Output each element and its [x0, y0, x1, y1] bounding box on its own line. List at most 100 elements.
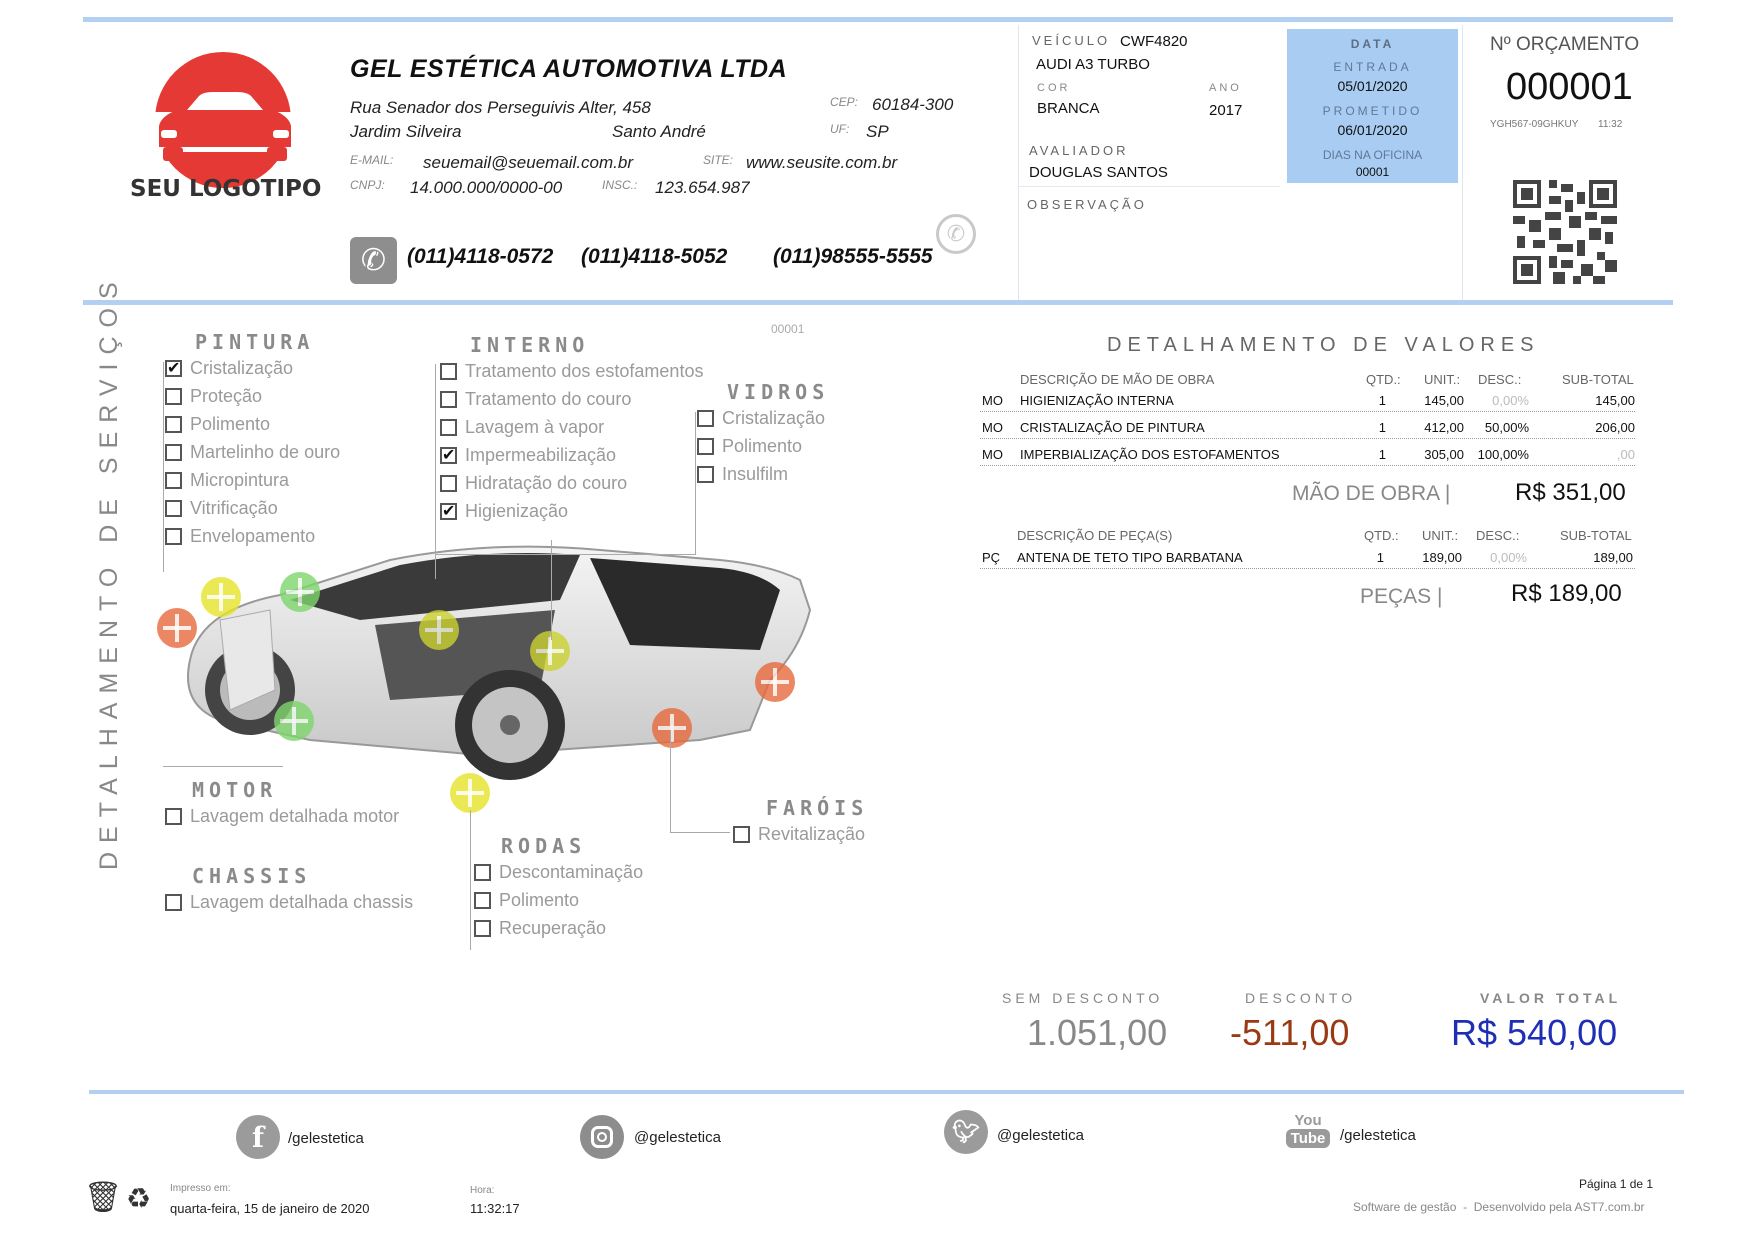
rodas-item[interactable]: Recuperação: [474, 914, 643, 942]
cell-desc: HIGIENIZAÇÃO INTERNA: [1020, 393, 1174, 408]
checkbox[interactable]: [165, 527, 182, 545]
checkbox[interactable]: [440, 445, 457, 465]
total-label: VALOR TOTAL: [1480, 990, 1622, 1006]
interno-item[interactable]: Lavagem à vapor: [440, 413, 703, 441]
interno-item-label: Lavagem à vapor: [465, 416, 605, 437]
credit-text[interactable]: Software de gestão - Desenvolvido pela A…: [1353, 1200, 1645, 1214]
cnpj-label: CNPJ:: [350, 178, 385, 192]
chassis-item-label: Lavagem detalhada chassis: [190, 891, 414, 912]
row-separator: [980, 568, 1635, 569]
checkbox[interactable]: [165, 893, 182, 911]
checkbox[interactable]: [440, 418, 457, 436]
pintura-item[interactable]: Martelinho de ouro: [165, 438, 340, 466]
labor-header-sub: SUB-TOTAL: [1562, 372, 1634, 387]
interno-item[interactable]: Tratamento dos estofamentos: [440, 357, 703, 385]
checkbox[interactable]: [697, 437, 714, 455]
checkbox[interactable]: [474, 863, 491, 881]
interno-item[interactable]: Hidratação do couro: [440, 469, 703, 497]
twitter-handle[interactable]: @gelestetica: [997, 1127, 1084, 1144]
interno-item[interactable]: Tratamento do couro: [440, 385, 703, 413]
connector-interno-2: [551, 540, 552, 640]
qr-code-icon: [1513, 180, 1617, 284]
farois-title: FARÓIS: [766, 796, 869, 820]
pintura-item[interactable]: Cristalização: [165, 354, 340, 382]
interno-item[interactable]: Higienização: [440, 497, 703, 525]
checkbox[interactable]: [440, 474, 457, 492]
phone-1[interactable]: (011)4118-0572: [407, 245, 553, 269]
checkbox[interactable]: [165, 499, 182, 517]
chassis-item[interactable]: Lavagem detalhada chassis: [165, 888, 413, 916]
checkbox[interactable]: [440, 362, 457, 380]
checkbox[interactable]: [733, 825, 750, 843]
interno-item[interactable]: Impermeabilização: [440, 441, 703, 469]
checkbox[interactable]: [474, 919, 491, 937]
company-city: Santo André: [612, 122, 706, 141]
header-separator-1: [1018, 25, 1019, 300]
checkbox[interactable]: [165, 358, 182, 378]
trash-icon: 🗑︎: [84, 1181, 123, 1214]
pintura-item[interactable]: Vitrificação: [165, 494, 340, 522]
youtube-icon[interactable]: You Tube: [1286, 1112, 1330, 1156]
labor-header-desc: DESCRIÇÃO DE MÃO DE OBRA: [1020, 372, 1215, 387]
instagram-handle[interactable]: @gelestetica: [634, 1129, 721, 1146]
facebook-icon[interactable]: f: [236, 1115, 280, 1159]
checkbox[interactable]: [165, 807, 182, 825]
avaliador-value: DOUGLAS SANTOS: [1029, 164, 1168, 181]
vidros-item-label: Cristalização: [722, 407, 826, 428]
checkbox[interactable]: [165, 443, 182, 461]
rodas-title: RODAS: [501, 834, 587, 858]
instagram-icon[interactable]: [580, 1115, 624, 1159]
prometido-value: 06/01/2020: [1337, 122, 1408, 138]
cep-label: CEP:: [830, 95, 859, 109]
checkbox[interactable]: [440, 501, 457, 521]
whatsapp-icon: ✆: [936, 214, 976, 254]
group-vidros: VIDROS Cristalização Polimento Insulfilm: [697, 380, 829, 488]
group-interno: INTERNO Tratamento dos estofamentos Trata…: [440, 333, 703, 525]
interno-title: INTERNO: [470, 333, 590, 357]
group-rodas: RODAS Descontaminação Polimento Recuperaçã…: [474, 834, 643, 942]
hora-label: Hora:: [470, 1185, 495, 1196]
pintura-item[interactable]: Polimento: [165, 410, 340, 438]
chassis-list: Lavagem detalhada chassis: [165, 888, 413, 916]
vidros-item[interactable]: Cristalização: [697, 404, 829, 432]
phone-2[interactable]: (011)4118-5052: [581, 245, 727, 269]
rodas-item[interactable]: Descontaminação: [474, 858, 643, 886]
youtube-handle[interactable]: /gelestetica: [1340, 1127, 1416, 1144]
pintura-item[interactable]: Envelopamento: [165, 522, 340, 550]
checkbox[interactable]: [474, 891, 491, 909]
rodas-item[interactable]: Polimento: [474, 886, 643, 914]
checkbox[interactable]: [165, 387, 182, 405]
pintura-title: PINTURA: [195, 330, 315, 354]
vidros-item[interactable]: Insulfilm: [697, 460, 829, 488]
budget-time: 11:32: [1598, 119, 1623, 130]
cell-type: MO: [982, 420, 1003, 435]
vidros-item[interactable]: Polimento: [697, 432, 829, 460]
interno-item-label: Tratamento do couro: [465, 388, 632, 409]
checkbox[interactable]: [697, 409, 714, 427]
pintura-item-label: Cristalização: [190, 357, 294, 378]
farois-item[interactable]: Revitalização: [733, 820, 868, 848]
checkbox[interactable]: [165, 415, 182, 433]
marker-green-2: [274, 701, 314, 741]
site-value[interactable]: www.seusite.com.br: [746, 153, 897, 173]
checkbox[interactable]: [697, 465, 714, 483]
cell-type: MO: [982, 393, 1003, 408]
company-district: Jardim Silveira: [350, 122, 462, 141]
facebook-handle[interactable]: /gelestetica: [288, 1130, 364, 1147]
email-label: E-MAIL:: [350, 153, 394, 167]
phone-3[interactable]: (011)98555-5555: [773, 245, 933, 269]
marker-yellow-1: [201, 577, 241, 617]
marker-red-3: [652, 708, 692, 748]
group-farois: FARÓIS Revitalização: [733, 796, 868, 848]
row-separator: [980, 411, 1635, 412]
twitter-icon[interactable]: 🐦︎: [944, 1110, 988, 1154]
pintura-item-label: Proteção: [190, 385, 263, 406]
services-side-title: DETALHAMENTO DE SERVIÇOS: [95, 273, 123, 870]
email-value[interactable]: seuemail@seuemail.com.br: [423, 153, 633, 173]
checkbox[interactable]: [440, 390, 457, 408]
pintura-item[interactable]: Proteção: [165, 382, 340, 410]
connector-farois-h: [670, 832, 730, 833]
motor-item[interactable]: Lavagem detalhada motor: [165, 802, 399, 830]
pintura-item[interactable]: Micropintura: [165, 466, 340, 494]
checkbox[interactable]: [165, 471, 182, 489]
